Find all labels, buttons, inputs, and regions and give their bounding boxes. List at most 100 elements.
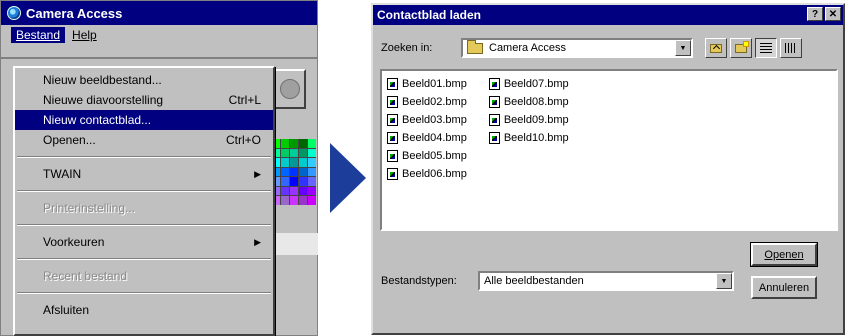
menu-separator (17, 156, 271, 158)
camera-access-window: Camera Access Bestand Help Nieuw beeldbe… (0, 0, 318, 336)
palette-swatch[interactable] (308, 158, 316, 167)
file-type-value: Alle beeldbestanden (484, 275, 584, 287)
file-item[interactable]: Beeld08.bmp (488, 93, 569, 111)
palette-swatch[interactable] (290, 148, 298, 158)
menu-item[interactable]: Nieuw contactblad... (15, 110, 273, 130)
new-folder-icon (735, 40, 749, 53)
menu-item[interactable]: Afsluiten (15, 300, 273, 320)
palette-swatch[interactable] (308, 177, 316, 186)
help-button[interactable]: ? (807, 7, 823, 21)
file-item[interactable]: Beeld02.bmp (387, 93, 467, 111)
file-name: Beeld09.bmp (503, 114, 569, 126)
file-item[interactable]: Beeld03.bmp (387, 111, 467, 129)
palette-swatch[interactable] (299, 158, 307, 167)
menu-item-label: Nieuw beeldbestand... (43, 73, 162, 87)
menu-item[interactable]: Nieuw beeldbestand... (15, 70, 273, 90)
file-name: Beeld08.bmp (503, 96, 569, 108)
open-button[interactable]: Openen (750, 242, 818, 267)
palette-swatch[interactable] (281, 196, 289, 205)
file-item[interactable]: Beeld07.bmp (488, 75, 569, 93)
file-name: Beeld02.bmp (402, 96, 467, 108)
file-item[interactable]: Beeld09.bmp (488, 111, 569, 129)
dropdown-arrow-icon[interactable]: ▼ (716, 273, 732, 289)
palette-swatch[interactable] (290, 186, 298, 196)
palette-swatch[interactable] (308, 139, 316, 148)
camera-app-icon (7, 6, 21, 20)
file-item[interactable]: Beeld10.bmp (488, 129, 569, 147)
palette-swatch[interactable] (290, 158, 298, 167)
file-item[interactable]: Beeld06.bmp (387, 165, 467, 183)
palette-swatch[interactable] (290, 177, 298, 186)
close-button[interactable]: ✕ (825, 7, 841, 21)
folder-icon (467, 39, 483, 54)
bitmap-file-icon (488, 96, 500, 108)
look-in-label: Zoeken in: (381, 42, 433, 54)
file-name: Beeld03.bmp (402, 114, 467, 126)
menu-item[interactable]: Openen... Ctrl+O (15, 130, 273, 150)
file-item[interactable]: Beeld05.bmp (387, 147, 467, 165)
file-item[interactable]: Beeld04.bmp (387, 129, 467, 147)
up-one-level-button[interactable] (705, 38, 727, 58)
palette-swatch[interactable] (290, 167, 298, 177)
dropdown-arrow-icon[interactable]: ▼ (675, 40, 691, 56)
palette-swatch[interactable] (308, 186, 316, 196)
look-in-select[interactable]: Camera Access ▼ (461, 38, 693, 58)
bestand-dropdown-menu: Nieuw beeldbestand... Nieuwe diavoorstell… (13, 66, 275, 336)
look-in-value: Camera Access (489, 42, 567, 54)
file-type-select[interactable]: Alle beeldbestanden ▼ (478, 271, 734, 291)
menu-item: Printerinstelling... (15, 198, 273, 218)
bitmap-file-icon (488, 132, 500, 144)
palette-swatch[interactable] (290, 196, 298, 205)
palette-swatch[interactable] (281, 186, 289, 196)
file-name: Beeld10.bmp (503, 132, 569, 144)
list-view-icon (760, 43, 772, 53)
file-type-row: Bestandstypen: Alle beeldbestanden ▼ (381, 271, 734, 291)
palette-swatch[interactable] (299, 148, 307, 158)
palette-swatch[interactable] (281, 158, 289, 167)
window-title: Camera Access (26, 5, 123, 21)
palette-swatch[interactable] (299, 139, 307, 148)
color-palette (272, 139, 316, 205)
menu-item[interactable]: TWAIN ▶ (15, 164, 273, 184)
status-strip (272, 233, 318, 255)
palette-swatch[interactable] (281, 148, 289, 158)
menu-item-label: Recent bestand (43, 269, 128, 283)
palette-swatch[interactable] (281, 139, 289, 148)
palette-swatch[interactable] (308, 167, 316, 177)
dialog-title: Contactblad laden (377, 8, 482, 22)
menu-item-label: Printerinstelling... (43, 201, 136, 215)
file-item[interactable]: Beeld01.bmp (387, 75, 467, 93)
menu-item[interactable]: Nieuwe diavoorstelling Ctrl+L (15, 90, 273, 110)
bitmap-file-icon (387, 114, 398, 126)
look-in-row: Zoeken in: Camera Access ▼ (381, 38, 802, 58)
toolbar-round-button[interactable] (272, 69, 306, 109)
details-view-button[interactable] (780, 38, 802, 58)
menu-item-shortcut: Ctrl+O (225, 133, 261, 147)
menu-help[interactable]: Help (67, 27, 102, 43)
bitmap-file-icon (387, 132, 398, 144)
palette-swatch[interactable] (299, 186, 307, 196)
palette-swatch[interactable] (281, 167, 289, 177)
palette-swatch[interactable] (308, 196, 316, 205)
menu-separator (17, 258, 271, 260)
palette-swatch[interactable] (308, 148, 316, 158)
cancel-button[interactable]: Annuleren (751, 276, 817, 299)
new-folder-button[interactable] (730, 38, 752, 58)
menu-item-label: Nieuw contactblad... (43, 113, 152, 127)
palette-swatch[interactable] (299, 196, 307, 205)
menu-item-label: Openen... (43, 133, 96, 147)
bitmap-file-icon (387, 78, 398, 90)
menu-bestand[interactable]: Bestand (11, 27, 66, 43)
contactblad-dialog: Contactblad laden ? ✕ Zoeken in: Camera … (371, 3, 845, 335)
menu-separator (17, 190, 271, 192)
palette-swatch[interactable] (299, 167, 307, 177)
bitmap-file-icon (488, 78, 500, 90)
file-list[interactable]: Beeld01.bmp Beeld02.bmp Beeld03.bmp Beeld04… (380, 69, 838, 231)
file-name: Beeld06.bmp (402, 168, 467, 180)
list-view-button[interactable] (755, 38, 777, 58)
palette-swatch[interactable] (290, 139, 298, 148)
palette-swatch[interactable] (299, 177, 307, 186)
menu-item[interactable]: Voorkeuren ▶ (15, 232, 273, 252)
palette-swatch[interactable] (281, 177, 289, 186)
submenu-arrow-icon: ▶ (254, 168, 261, 179)
